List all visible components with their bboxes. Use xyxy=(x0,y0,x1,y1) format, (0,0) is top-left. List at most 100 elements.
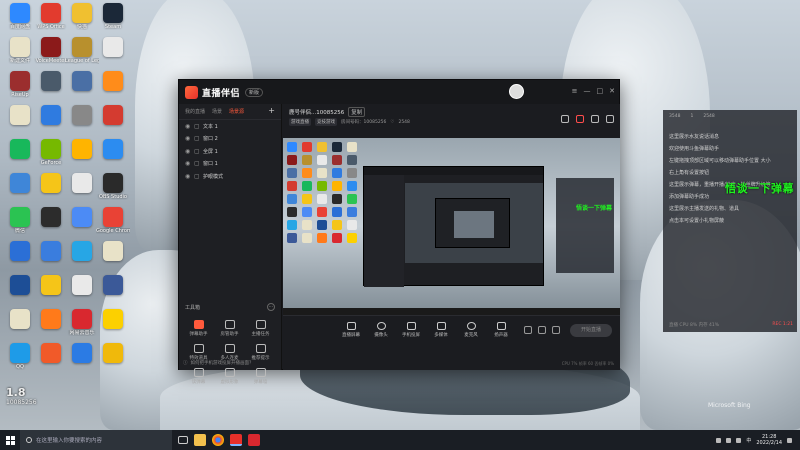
notifications-icon[interactable] xyxy=(787,437,792,443)
scene-item[interactable]: ◉ ▢ 文本 1 xyxy=(179,120,281,133)
scene-item[interactable]: ◉ ▢ 窗口 1 xyxy=(179,158,281,171)
chevron-up-icon[interactable] xyxy=(716,437,722,443)
streaming-app-taskbar-icon[interactable] xyxy=(230,434,242,446)
close-button[interactable]: ✕ xyxy=(609,86,615,96)
tool-button[interactable]: 弹幕助手 xyxy=(183,317,214,339)
desktop-icon[interactable]: Steam xyxy=(98,3,128,37)
desktop-icon[interactable] xyxy=(5,173,35,207)
desktop-icon[interactable]: 微信 xyxy=(5,207,35,241)
clip-icon[interactable] xyxy=(538,326,546,334)
copy-button[interactable]: 复制 xyxy=(348,107,366,117)
eye-icon[interactable]: ◉ xyxy=(185,173,194,180)
eye-icon[interactable]: ◉ xyxy=(185,148,194,155)
desktop-icon[interactable] xyxy=(36,309,66,343)
lock-icon[interactable]: ▢ xyxy=(194,135,203,142)
input-language[interactable]: 中 xyxy=(746,437,751,444)
network-icon[interactable] xyxy=(726,437,732,443)
gear-icon[interactable] xyxy=(552,326,560,334)
settings-icon[interactable] xyxy=(591,115,599,123)
explorer-icon[interactable] xyxy=(194,434,206,446)
desktop-icon[interactable] xyxy=(5,309,35,343)
notification-icon[interactable] xyxy=(576,115,584,123)
desktop-icon[interactable] xyxy=(67,71,97,105)
lock-icon[interactable]: ▢ xyxy=(194,123,203,130)
phone-cast-button[interactable]: 手机投屏 xyxy=(401,322,421,338)
gift-icon[interactable] xyxy=(561,115,569,123)
desktop-icon[interactable]: WPS Office xyxy=(36,3,66,37)
desktop-icon[interactable] xyxy=(67,173,97,207)
menu-button[interactable]: ≡ xyxy=(572,86,578,96)
user-avatar[interactable] xyxy=(509,84,524,99)
desktop-icon[interactable]: OBS Studio xyxy=(98,173,128,207)
desktop-icon[interactable] xyxy=(67,343,97,377)
danmaku-panel[interactable]: 3548 1 2548 这里展示水友说话消息 欢迎使用斗鱼弹幕助手 左键拖拽顶部区域… xyxy=(663,110,797,332)
tool-button[interactable]: 虚拟形象 xyxy=(214,365,245,387)
tab-scene-sources[interactable]: 场景源 xyxy=(229,108,244,115)
maximize-button[interactable]: □ xyxy=(597,86,604,96)
desktop-icon[interactable] xyxy=(5,275,35,309)
volume-icon[interactable] xyxy=(736,437,742,443)
minimize-button[interactable]: — xyxy=(584,86,591,96)
desktop-icon[interactable]: League of Legends xyxy=(65,37,99,71)
speaker-button[interactable]: 扬声器 xyxy=(491,322,511,338)
clock[interactable]: 21:28 2022/2/14 xyxy=(756,434,782,447)
desktop-icon[interactable]: 快猫 xyxy=(67,3,97,37)
category-chip[interactable]: 游戏直播 xyxy=(289,118,311,126)
desktop-icon[interactable] xyxy=(98,343,128,377)
desktop-icon[interactable]: QQ xyxy=(5,343,35,377)
desktop-icon[interactable]: Google Chrome xyxy=(96,207,130,241)
start-button[interactable] xyxy=(0,430,20,450)
desktop-icon[interactable] xyxy=(98,37,128,71)
scene-item[interactable]: ◉ ▢ 护眼模式 xyxy=(179,170,281,183)
chrome-icon[interactable] xyxy=(212,434,224,446)
tool-button[interactable]: 弹幕墙 xyxy=(245,365,276,387)
desktop-icon[interactable] xyxy=(36,71,66,105)
desktop-icon[interactable] xyxy=(98,275,128,309)
streaming-app-window[interactable]: 直播伴侣 新版 ≡ — □ ✕ 我的直播 场景 场景源 + ◉ ▢ 文本 1 ◉ ▢ 窗口… xyxy=(178,79,620,385)
share-icon[interactable] xyxy=(606,115,614,123)
desktop-icon[interactable]: 百度网盘 xyxy=(5,3,35,37)
version-badge[interactable]: 新版 xyxy=(245,87,264,97)
stream-preview[interactable]: 悟谈一下弹幕 xyxy=(283,138,620,315)
desktop-icon[interactable] xyxy=(36,275,66,309)
desktop-icon[interactable] xyxy=(67,241,97,275)
eye-icon[interactable]: ◉ xyxy=(185,135,194,142)
desktop-icon[interactable] xyxy=(36,207,66,241)
desktop-icon[interactable] xyxy=(98,139,128,173)
scene-item[interactable]: ◉ ▢ 全屏 1 xyxy=(179,145,281,158)
tool-button[interactable]: 主播任务 xyxy=(245,317,276,339)
record-icon[interactable] xyxy=(524,326,532,334)
desktop-icon[interactable]: 网易云音乐 xyxy=(67,309,97,343)
desktop-icon[interactable] xyxy=(67,139,97,173)
tab-my-live[interactable]: 我的直播 xyxy=(185,108,205,115)
desktop-icon[interactable] xyxy=(5,241,35,275)
desktop-icon[interactable] xyxy=(67,207,97,241)
eye-icon[interactable]: ◉ xyxy=(185,123,194,130)
app-titlebar[interactable]: 直播伴侣 新版 ≡ — □ ✕ xyxy=(179,80,619,104)
microphone-button[interactable]: 麦克风 xyxy=(461,322,481,338)
desktop-icon[interactable]: RiseUp xyxy=(5,71,35,105)
tool-button[interactable]: 房管助手 xyxy=(214,317,245,339)
toolbox-more-button[interactable]: ⋯ xyxy=(267,303,275,311)
footer-tip[interactable]: ⓘ 如何把手机游戏投屏开播画面？ xyxy=(183,360,278,366)
desktop-icon[interactable]: 新建文件 xyxy=(5,37,35,71)
lock-icon[interactable]: ▢ xyxy=(194,173,203,180)
desktop-icon[interactable] xyxy=(36,241,66,275)
desktop-icon[interactable] xyxy=(5,139,35,173)
desktop-icon[interactable]: VoiceMeeter xyxy=(36,37,66,71)
desktop-icon[interactable] xyxy=(98,105,128,139)
eye-icon[interactable]: ◉ xyxy=(185,160,194,167)
taskbar-search[interactable]: 在这里输入你要搜索的内容 xyxy=(20,430,172,450)
tab-scenes[interactable]: 场景 xyxy=(212,108,222,115)
start-live-button[interactable]: 开始直播 xyxy=(570,324,612,337)
desktop-icon[interactable] xyxy=(67,105,97,139)
desktop-icon[interactable] xyxy=(67,275,97,309)
desktop-icon[interactable] xyxy=(98,71,128,105)
desktop-icon[interactable] xyxy=(98,241,128,275)
desktop-icon[interactable] xyxy=(36,173,66,207)
add-source-button[interactable]: + xyxy=(268,107,275,115)
desktop-icon[interactable] xyxy=(36,343,66,377)
lock-icon[interactable]: ▢ xyxy=(194,160,203,167)
subcategory-chip[interactable]: 竞技游戏 xyxy=(315,118,337,126)
scene-item[interactable]: ◉ ▢ 窗口 2 xyxy=(179,133,281,146)
